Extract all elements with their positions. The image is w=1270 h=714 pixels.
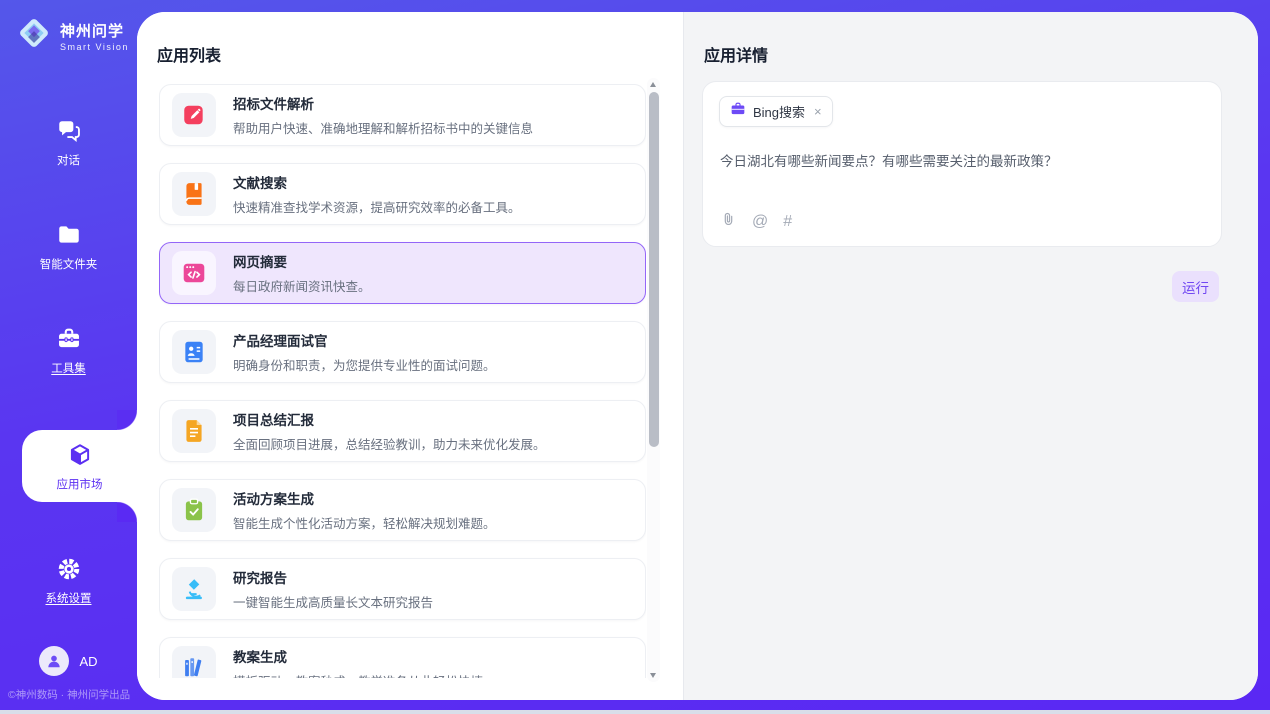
sidebar-item-toolset[interactable]: 工具集: [0, 326, 137, 376]
app-card-title: 文献搜索: [233, 172, 521, 192]
app-card-description: 智能生成个性化活动方案，轻松解决规划难题。: [233, 513, 496, 532]
app-card-description: 快速精准查找学术资源，提高研究效率的必备工具。: [233, 197, 521, 216]
sidebar: 神州问学 Smart Vision 对话智能文件夹工具集应用市场系统设置 AD …: [0, 0, 137, 710]
scroll-up-icon[interactable]: [650, 82, 656, 87]
user-avatar-icon: [39, 646, 69, 676]
tool-tag-bing-search[interactable]: Bing搜索 ×: [719, 96, 833, 127]
app-card-text: 项目总结汇报全面回顾项目进展，总结经验教训，助力未来优化发展。: [233, 409, 546, 453]
cube-icon: [67, 442, 93, 468]
sidebar-item-smart-folder[interactable]: 智能文件夹: [0, 222, 137, 272]
microscope-icon: [172, 567, 216, 611]
app-card-text: 活动方案生成智能生成个性化活动方案，轻松解决规划难题。: [233, 488, 496, 532]
toolbox-icon: [56, 326, 82, 352]
app-card-3[interactable]: 产品经理面试官明确身份和职责，为您提供专业性的面试问题。: [159, 321, 646, 383]
app-card-text: 网页摘要每日政府新闻资讯快查。: [233, 251, 371, 295]
app-card-6[interactable]: 研究报告一键智能生成高质量长文本研究报告: [159, 558, 646, 620]
app-card-text: 教案生成模板驱动，教案秒成，教学准备从此轻松快捷: [233, 646, 483, 678]
sidebar-item-chat[interactable]: 对话: [0, 118, 137, 168]
app-card-7[interactable]: 教案生成模板驱动，教案秒成，教学准备从此轻松快捷: [159, 637, 646, 678]
app-card-description: 帮助用户快速、准确地理解和解析招标书中的关键信息: [233, 118, 533, 137]
app-frame: 神州问学 Smart Vision 对话智能文件夹工具集应用市场系统设置 AD …: [0, 0, 1270, 710]
scroll-down-icon[interactable]: [650, 673, 656, 678]
gear-icon: [56, 556, 82, 582]
app-card-description: 每日政府新闻资讯快查。: [233, 276, 371, 295]
app-card-title: 网页摘要: [233, 251, 371, 271]
chat-icon: [56, 118, 82, 144]
sidebar-item-label: 工具集: [51, 360, 86, 376]
sidebar-item-settings[interactable]: 系统设置: [0, 556, 137, 606]
user-initials: AD: [79, 654, 97, 669]
brand-name: 神州问学: [60, 20, 129, 41]
resume-person-icon: [172, 330, 216, 374]
prompt-card: Bing搜索 × 今日湖北有哪些新闻要点？有哪些需要关注的最新政策？ @ #: [702, 81, 1222, 247]
app-list-title: 应用列表: [157, 42, 221, 66]
input-toolbar: @ #: [720, 211, 792, 233]
sidebar-item-label: 智能文件夹: [40, 256, 98, 272]
user-row[interactable]: AD: [0, 646, 137, 676]
books-icon: [172, 646, 216, 678]
app-card-description: 一键智能生成高质量长文本研究报告: [233, 592, 433, 611]
query-text[interactable]: 今日湖北有哪些新闻要点？有哪些需要关注的最新政策？: [720, 152, 1199, 172]
scrollbar-thumb[interactable]: [649, 92, 659, 447]
app-card-title: 研究报告: [233, 567, 433, 587]
app-card-description: 模板驱动，教案秒成，教学准备从此轻松快捷: [233, 671, 483, 678]
app-card-text: 产品经理面试官明确身份和职责，为您提供专业性的面试问题。: [233, 330, 496, 374]
mention-icon[interactable]: @: [752, 214, 768, 230]
app-card-4[interactable]: 项目总结汇报全面回顾项目进展，总结经验教训，助力未来优化发展。: [159, 400, 646, 462]
app-card-title: 项目总结汇报: [233, 409, 546, 429]
run-button[interactable]: 运行: [1172, 271, 1219, 302]
app-card-text: 招标文件解析帮助用户快速、准确地理解和解析招标书中的关键信息: [233, 93, 533, 137]
hash-icon[interactable]: #: [783, 214, 792, 230]
app-card-title: 教案生成: [233, 646, 483, 666]
app-card-5[interactable]: 活动方案生成智能生成个性化活动方案，轻松解决规划难题。: [159, 479, 646, 541]
app-detail-title: 应用详情: [704, 42, 768, 66]
folder-icon: [56, 222, 82, 248]
app-card-1[interactable]: 文献搜索快速精准查找学术资源，提高研究效率的必备工具。: [159, 163, 646, 225]
sidebar-item-app-market[interactable]: 应用市场: [22, 430, 137, 502]
attachment-icon[interactable]: [720, 211, 737, 233]
app-list-panel: 应用列表 招标文件解析帮助用户快速、准确地理解和解析招标书中的关键信息文献搜索快…: [137, 12, 683, 700]
book-icon: [172, 172, 216, 216]
app-detail-panel: 应用详情 Bing搜索 × 今日湖北有哪些新闻要点？有哪些需要关注的最新政策？: [683, 12, 1258, 700]
sidebar-item-label: 应用市场: [57, 476, 103, 492]
tool-tag-label: Bing搜索: [753, 102, 805, 121]
browser-code-icon: [172, 251, 216, 295]
close-icon[interactable]: ×: [814, 104, 822, 119]
app-card-description: 全面回顾项目进展，总结经验教训，助力未来优化发展。: [233, 434, 546, 453]
app-card-text: 研究报告一键智能生成高质量长文本研究报告: [233, 567, 433, 611]
briefcase-icon: [730, 101, 746, 122]
brand: 神州问学 Smart Vision: [0, 0, 137, 58]
scrollbar[interactable]: [647, 78, 660, 682]
app-card-0[interactable]: 招标文件解析帮助用户快速、准确地理解和解析招标书中的关键信息: [159, 84, 646, 146]
diamond-logo-icon: [14, 13, 54, 58]
app-card-description: 明确身份和职责，为您提供专业性的面试问题。: [233, 355, 496, 374]
app-card-title: 产品经理面试官: [233, 330, 496, 350]
app-card-text: 文献搜索快速精准查找学术资源，提高研究效率的必备工具。: [233, 172, 521, 216]
app-card-2[interactable]: 网页摘要每日政府新闻资讯快查。: [159, 242, 646, 304]
brand-subtitle: Smart Vision: [60, 42, 129, 52]
clipboard-check-icon: [172, 488, 216, 532]
app-card-title: 活动方案生成: [233, 488, 496, 508]
sidebar-footer: ©神州数码 · 神州问学出品: [8, 687, 137, 702]
app-card-title: 招标文件解析: [233, 93, 533, 113]
edit-document-icon: [172, 93, 216, 137]
sidebar-item-label: 对话: [57, 152, 80, 168]
summary-doc-icon: [172, 409, 216, 453]
sidebar-nav: 对话智能文件夹工具集应用市场系统设置: [0, 96, 137, 660]
app-list: 招标文件解析帮助用户快速、准确地理解和解析招标书中的关键信息文献搜索快速精准查找…: [159, 84, 646, 678]
main-content: 应用列表 招标文件解析帮助用户快速、准确地理解和解析招标书中的关键信息文献搜索快…: [137, 12, 1258, 700]
sidebar-item-label: 系统设置: [46, 590, 92, 606]
